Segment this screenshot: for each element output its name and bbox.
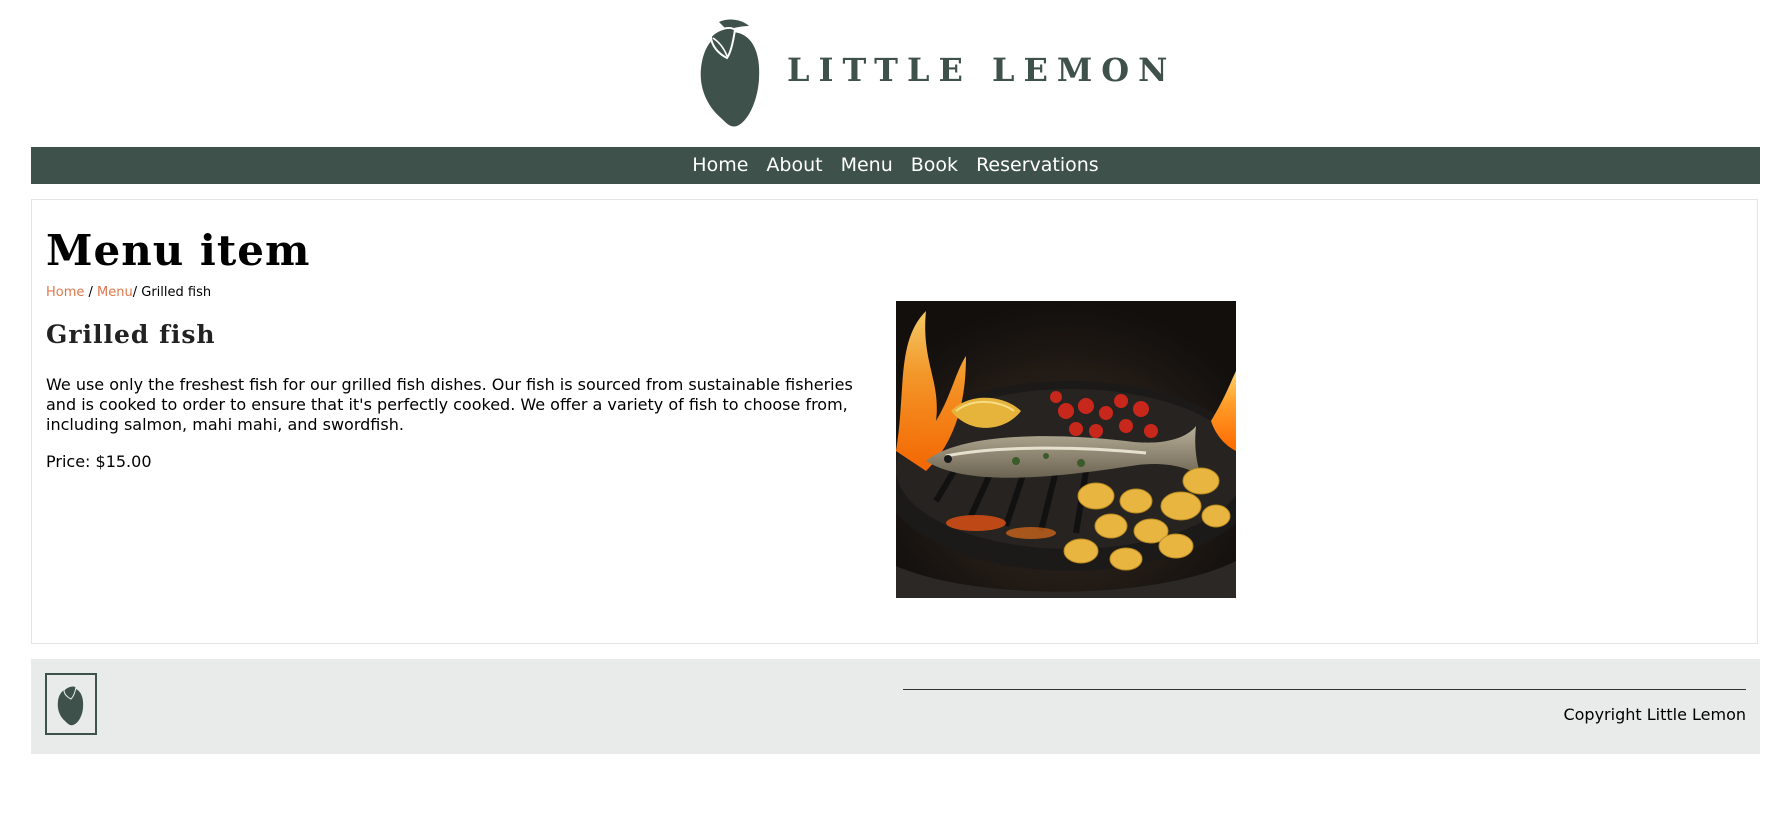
nav-about-link[interactable]: About [757, 147, 831, 184]
footer-divider [903, 689, 1746, 690]
item-title: Grilled fish [46, 320, 216, 349]
nav-reservations-link[interactable]: Reservations [967, 147, 1108, 184]
page-title: Menu item [46, 226, 311, 275]
site-header: LITTLE LEMON [0, 0, 1778, 147]
site-logo[interactable]: LITTLE LEMON [697, 18, 1176, 128]
item-price: Price: $15.00 [46, 452, 152, 471]
footer-logo[interactable] [45, 673, 97, 735]
copyright-text: Copyright Little Lemon [1563, 705, 1746, 724]
nav-menu-link[interactable]: Menu [832, 147, 902, 184]
menu-item-card: Menu item Home / Menu/ Grilled fish Gril… [31, 199, 1758, 644]
breadcrumb-menu-link[interactable]: Menu [97, 285, 133, 300]
site-footer: Copyright Little Lemon [31, 659, 1760, 754]
breadcrumb-separator: / [84, 285, 98, 300]
nav-book-link[interactable]: Book [902, 147, 967, 184]
brand-name: LITTLE LEMON [787, 51, 1177, 89]
grilled-fish-photo [896, 301, 1236, 598]
lemon-icon [57, 685, 84, 726]
breadcrumb-current: / Grilled fish [132, 285, 212, 300]
breadcrumb: Home / Menu/ Grilled fish [46, 285, 211, 300]
breadcrumb-home-link[interactable]: Home [46, 285, 84, 300]
nav-home-link[interactable]: Home [683, 147, 757, 184]
lemon-icon [700, 19, 760, 127]
main-nav: Home About Menu Book Reservations [31, 147, 1760, 184]
page: LITTLE LEMON Home About Menu Book Reserv… [0, 0, 1778, 824]
item-description: We use only the freshest fish for our gr… [46, 375, 853, 434]
